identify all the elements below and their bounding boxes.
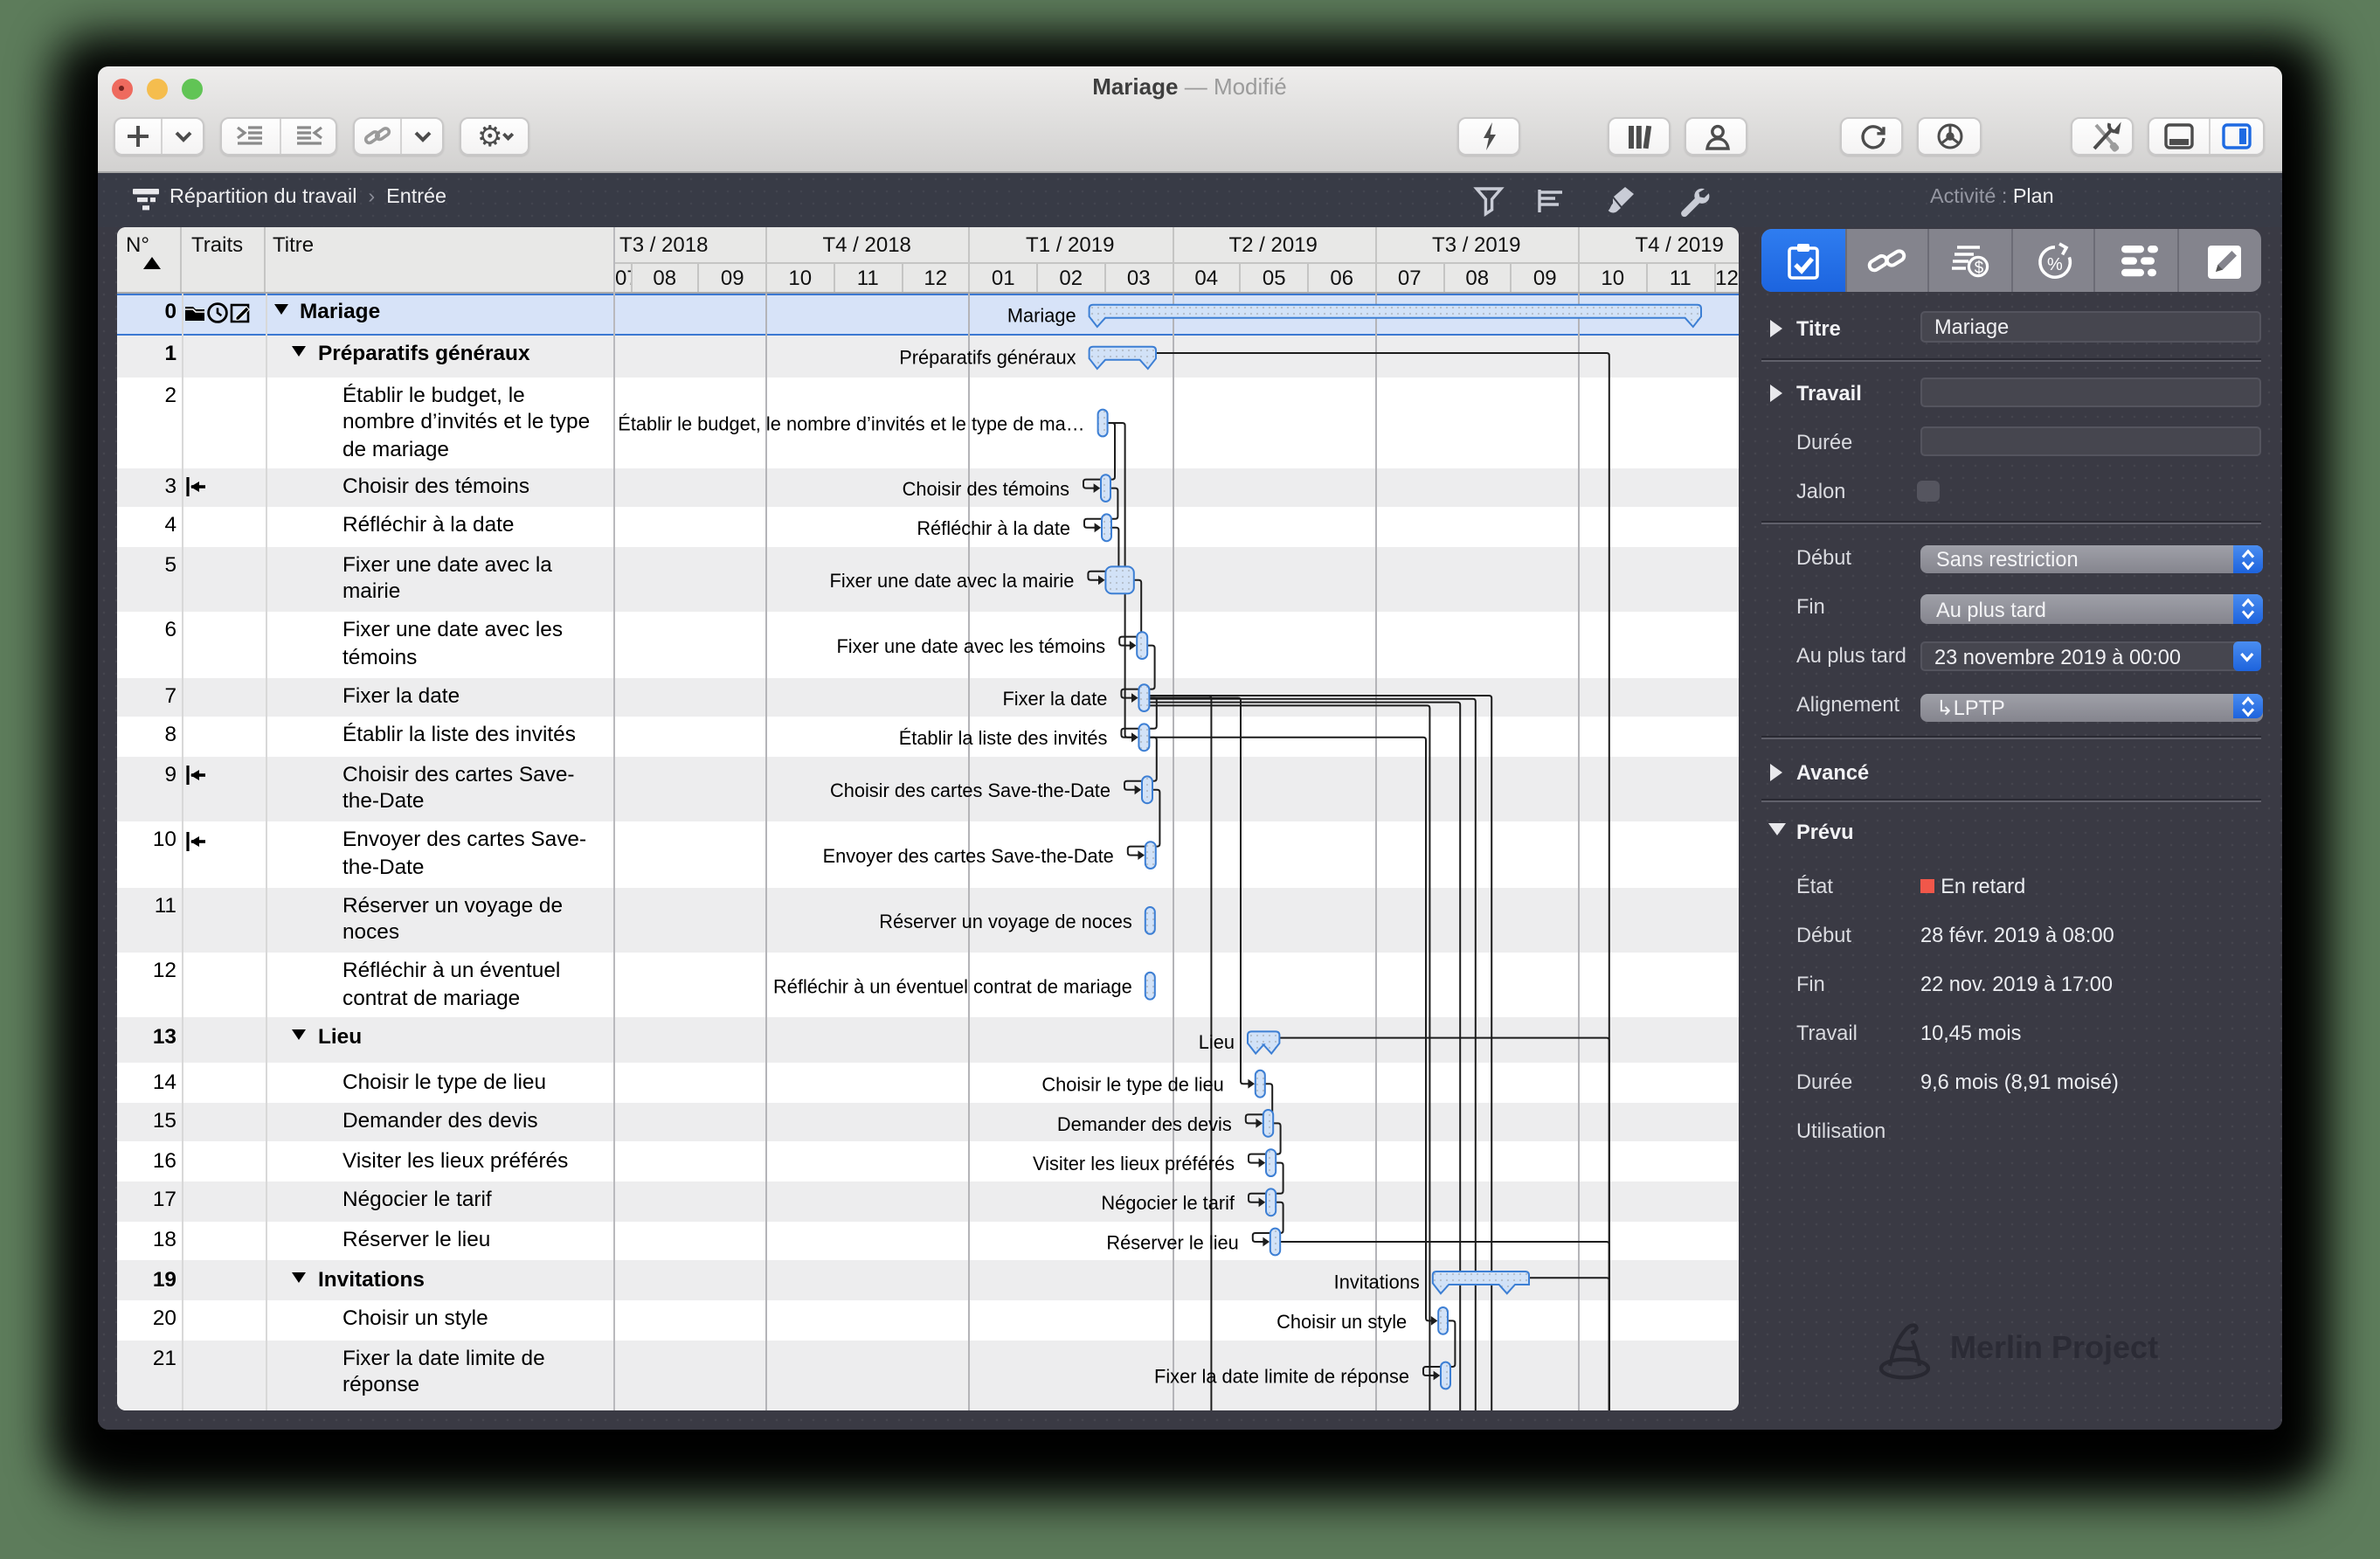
svg-text:Choisir le type de lieu: Choisir le type de lieu [1041, 1073, 1223, 1095]
svg-text:Négocier le tarif: Négocier le tarif [1101, 1191, 1235, 1213]
svg-text:Visiter les lieux préférés: Visiter les lieux préférés [1033, 1152, 1235, 1174]
svg-text:Choisir des témoins: Choisir des témoins [903, 477, 1070, 499]
svg-text:Réserver le lieu: Réserver le lieu [1106, 1230, 1238, 1252]
svg-text:Lieu: Lieu [1199, 1030, 1235, 1052]
svg-text:Réfléchir à la date: Réfléchir à la date [917, 516, 1070, 538]
svg-text:Réserver un voyage de noces: Réserver un voyage de noces [879, 910, 1132, 932]
svg-text:$: $ [1975, 259, 1984, 277]
svg-text:Fixer la date: Fixer la date [1002, 687, 1107, 709]
svg-text:Demander des devis: Demander des devis [1057, 1112, 1232, 1134]
svg-text:%: % [2047, 254, 2063, 274]
svg-text:Choisir un style: Choisir un style [1276, 1310, 1407, 1332]
svg-text:Mariage: Mariage [1007, 303, 1076, 325]
svg-text:Choisir des cartes Save-the-Da: Choisir des cartes Save-the-Date [830, 779, 1110, 800]
svg-text:Établir le budget, le nombre d: Établir le budget, le nombre d’invités e… [618, 412, 1084, 433]
svg-text:Réfléchir à un éventuel contra: Réfléchir à un éventuel contrat de maria… [773, 975, 1132, 997]
svg-text:Préparatifs généraux: Préparatifs généraux [899, 345, 1076, 367]
svg-text:Envoyer des cartes Save-the-Da: Envoyer des cartes Save-the-Date [823, 844, 1114, 866]
svg-text:Invitations: Invitations [1334, 1271, 1420, 1292]
svg-text:⚙: ⚙ [476, 120, 502, 152]
svg-text:Établir la liste des invités: Établir la liste des invités [899, 726, 1108, 748]
svg-text:Fixer une date avec les témoin: Fixer une date avec les témoins [836, 634, 1105, 656]
svg-text:Fixer une date avec la mairie: Fixer une date avec la mairie [830, 569, 1075, 591]
svg-text:Fixer la date limite de répons: Fixer la date limite de réponse [1154, 1364, 1409, 1386]
